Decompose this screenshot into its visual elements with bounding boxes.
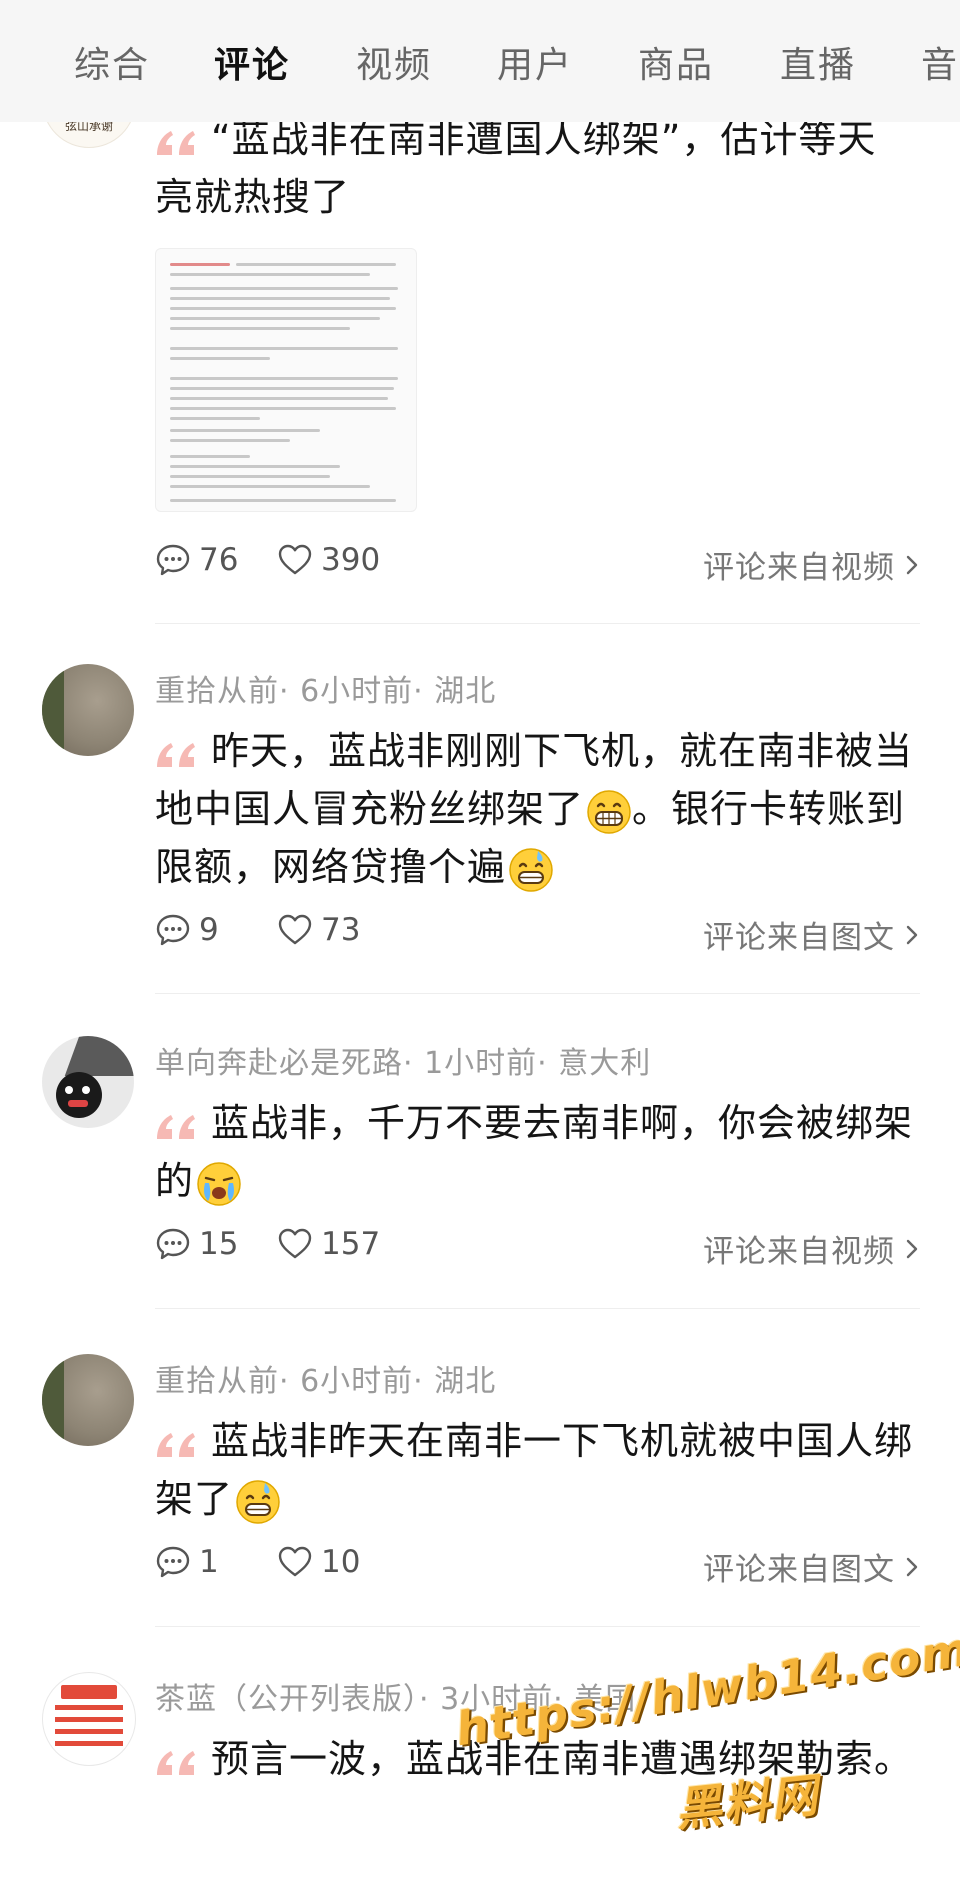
comment-bubble-icon bbox=[156, 914, 190, 946]
sweat-smile-emoji-icon bbox=[236, 1479, 280, 1524]
like-count[interactable]: 10 bbox=[277, 1544, 360, 1580]
comment-location: 湖北 bbox=[434, 1364, 497, 1399]
reply-count-value: 9 bbox=[199, 912, 219, 948]
quote-icon bbox=[157, 742, 195, 767]
crying-emoji-icon bbox=[197, 1161, 241, 1206]
divider bbox=[155, 1626, 920, 1627]
comment-location: 意大利 bbox=[558, 1046, 652, 1081]
comment-text: 昨天，蓝战非刚刚下飞机，就在南非被当地中国人冒充粉丝绑架了 。银行卡转账到限额，网… bbox=[155, 722, 915, 896]
like-count[interactable]: 390 bbox=[277, 542, 380, 578]
tab-music[interactable]: 音 bbox=[921, 36, 959, 88]
heart-icon bbox=[278, 544, 312, 575]
comment-source-label: 评论来自图文 bbox=[703, 920, 895, 956]
quote-icon bbox=[157, 1432, 195, 1457]
attached-screenshot-thumbnail[interactable] bbox=[155, 248, 417, 512]
heart-icon bbox=[278, 914, 312, 945]
tab-comprehensive[interactable]: 综合 bbox=[74, 36, 150, 88]
chevron-right-icon bbox=[906, 555, 918, 574]
avatar[interactable] bbox=[42, 1036, 134, 1128]
reply-count[interactable]: 76 bbox=[155, 542, 238, 578]
comment-stats: 15 157 评论来自视频 bbox=[155, 1226, 925, 1276]
comment-source-link[interactable]: 评论来自图文 bbox=[703, 1544, 919, 1589]
comment-source-label: 评论来自视频 bbox=[703, 1234, 895, 1270]
heart-icon bbox=[278, 1546, 312, 1577]
comment-meta: 茶蓝（公开列表版）· 3小时前· 美国 bbox=[155, 1682, 637, 1717]
tab-bar: 综合 评论 视频 用户 商品 直播 音 bbox=[0, 0, 960, 122]
comment-meta: 重拾从前· 6小时前· 湖北 bbox=[155, 1364, 497, 1399]
comment-stats: 1 10 评论来自图文 bbox=[155, 1544, 925, 1594]
comment-stats: 76 390 评论来自视频 bbox=[155, 542, 925, 592]
reply-count[interactable]: 1 bbox=[155, 1544, 219, 1580]
comment-time: 1小时前 bbox=[424, 1046, 538, 1081]
comment-body: 蓝战非，千万不要去南非啊，你会被绑架的 bbox=[155, 1101, 914, 1203]
comment-text: 蓝战非昨天在南非一下飞机就被中国人绑架了 bbox=[155, 1412, 915, 1528]
divider bbox=[155, 1308, 920, 1309]
tab-users[interactable]: 用户 bbox=[497, 36, 573, 88]
reply-count[interactable]: 9 bbox=[155, 912, 219, 948]
comment-source-link[interactable]: 评论来自视频 bbox=[703, 1226, 919, 1271]
avatar[interactable] bbox=[42, 1672, 136, 1766]
comment-meta: 单向奔赴必是死路· 1小时前· 意大利 bbox=[155, 1046, 652, 1081]
comment-time: 6小时前 bbox=[300, 674, 414, 709]
comment-source-link[interactable]: 评论来自视频 bbox=[703, 542, 919, 587]
comment-source-link[interactable]: 评论来自图文 bbox=[703, 912, 919, 957]
comment-source-label: 评论来自视频 bbox=[703, 550, 895, 586]
quote-icon bbox=[157, 1750, 195, 1775]
author-name[interactable]: 单向奔赴必是死路 bbox=[155, 1046, 403, 1081]
comment-source-label: 评论来自图文 bbox=[703, 1552, 895, 1588]
tab-comments[interactable]: 评论 bbox=[214, 36, 290, 88]
chevron-right-icon bbox=[906, 1557, 918, 1576]
comment-stats: 9 73 评论来自图文 bbox=[155, 912, 925, 962]
heart-icon bbox=[278, 1228, 312, 1259]
divider bbox=[155, 993, 920, 994]
tab-videos[interactable]: 视频 bbox=[356, 36, 432, 88]
grinning-emoji-icon bbox=[587, 789, 631, 834]
reply-count-value: 15 bbox=[199, 1226, 239, 1262]
comment-time: 3小时前 bbox=[440, 1682, 554, 1717]
quote-icon bbox=[157, 130, 195, 155]
like-count[interactable]: 73 bbox=[277, 912, 360, 948]
reply-count-value: 1 bbox=[199, 1544, 219, 1580]
comment-text: “蓝战非在南非遭国人绑架”，估计等天亮就热搜了 bbox=[155, 110, 915, 226]
avatar[interactable] bbox=[42, 664, 134, 756]
comment-location: 美国 bbox=[574, 1682, 637, 1717]
search-results-page: 综合 评论 视频 用户 商品 直播 音 弦山承谢 “蓝战非在南非遭国人绑架”，估… bbox=[0, 0, 960, 1877]
like-count-value: 390 bbox=[321, 542, 381, 578]
comment-bubble-icon bbox=[156, 1546, 190, 1578]
quote-icon bbox=[157, 1114, 195, 1139]
divider bbox=[155, 623, 920, 624]
like-count-value: 73 bbox=[321, 912, 361, 948]
comment-meta: 重拾从前· 6小时前· 湖北 bbox=[155, 674, 497, 709]
avatar[interactable] bbox=[42, 1354, 134, 1446]
chevron-right-icon bbox=[906, 1239, 918, 1258]
comment-body: 预言一波，蓝战非在南非遭遇绑架勒索。 bbox=[211, 1737, 914, 1781]
comment-body: “蓝战非在南非遭国人绑架”，估计等天亮就热搜了 bbox=[155, 117, 877, 219]
comment-bubble-icon bbox=[156, 544, 190, 576]
comment-text: 蓝战非，千万不要去南非啊，你会被绑架的 bbox=[155, 1094, 915, 1210]
chevron-right-icon bbox=[906, 925, 918, 944]
like-count-value: 157 bbox=[321, 1226, 381, 1262]
comment-location: 湖北 bbox=[434, 674, 497, 709]
like-count-value: 10 bbox=[321, 1544, 361, 1580]
sweat-smile-emoji-icon bbox=[509, 847, 553, 892]
comment-text: 预言一波，蓝战非在南非遭遇绑架勒索。 bbox=[155, 1730, 915, 1788]
tab-products[interactable]: 商品 bbox=[638, 36, 714, 88]
reply-count-value: 76 bbox=[199, 542, 239, 578]
tab-live[interactable]: 直播 bbox=[780, 36, 856, 88]
reply-count[interactable]: 15 bbox=[155, 1226, 238, 1262]
comment-bubble-icon bbox=[156, 1228, 190, 1260]
author-name[interactable]: 茶蓝（公开列表版） bbox=[155, 1682, 419, 1717]
comment-time: 6小时前 bbox=[300, 1364, 414, 1399]
author-name[interactable]: 重拾从前 bbox=[155, 674, 279, 709]
author-name[interactable]: 重拾从前 bbox=[155, 1364, 279, 1399]
like-count[interactable]: 157 bbox=[277, 1226, 380, 1262]
